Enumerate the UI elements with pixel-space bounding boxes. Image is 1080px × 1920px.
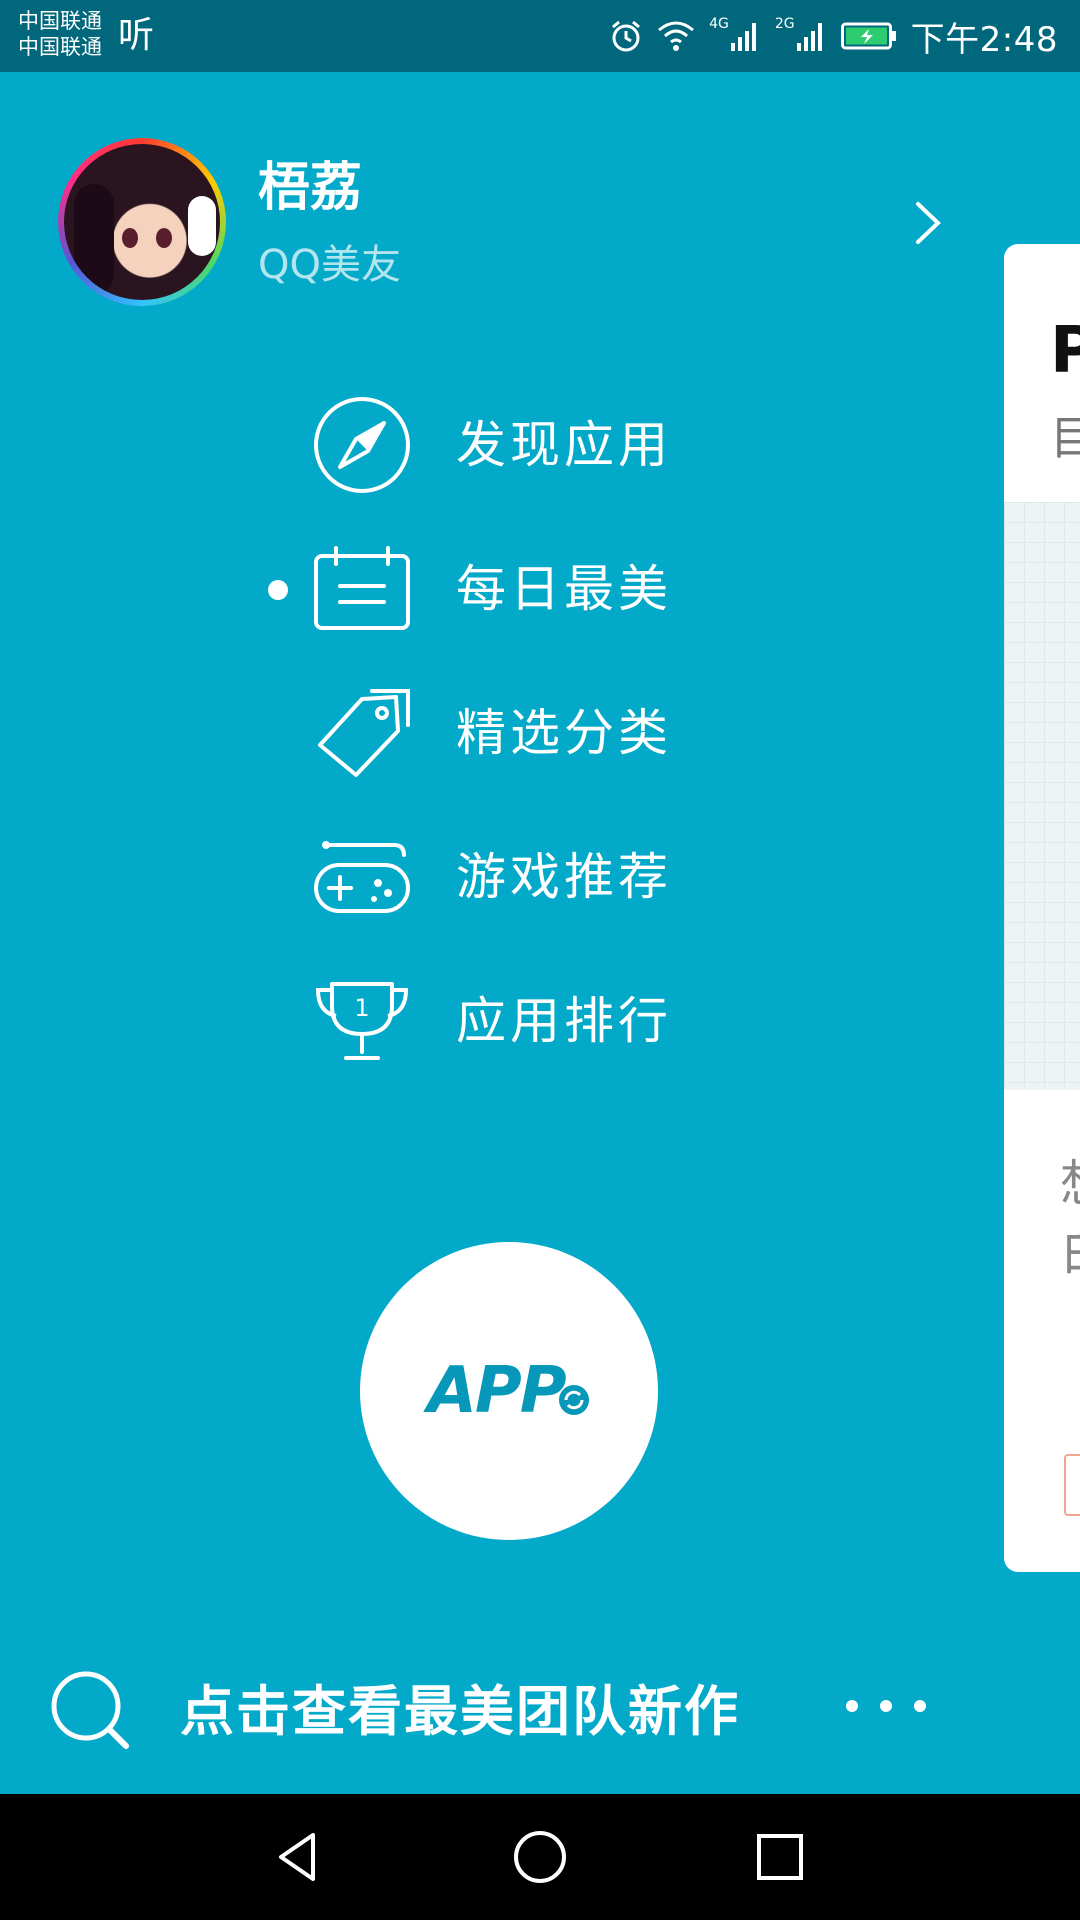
chevron-right-icon[interactable] bbox=[910, 198, 946, 248]
menu-item-label: 精选分类 bbox=[456, 704, 672, 762]
refresh-icon bbox=[558, 1385, 589, 1415]
menu-item-discover-apps[interactable]: 发现应用 bbox=[310, 390, 730, 500]
clock: 下午2:48 bbox=[910, 19, 1058, 60]
menu-item-label: 发现应用 bbox=[456, 416, 672, 474]
card-text-line-1: 想 bbox=[1060, 1144, 1080, 1216]
carrier-1: 中国联通 bbox=[18, 9, 102, 33]
menu-item-label: 游戏推荐 bbox=[456, 848, 672, 906]
menu-item-categories[interactable]: 精选分类 bbox=[310, 678, 730, 788]
team-new-works-link[interactable]: 点击查看最美团队新作 bbox=[180, 1680, 740, 1744]
card-image bbox=[1004, 502, 1080, 1090]
carrier-labels: 中国联通 中国联通 bbox=[18, 8, 102, 60]
navigation-bar bbox=[0, 1794, 1080, 1920]
status-icons: 4G 2G 下午2:48 bbox=[609, 12, 1058, 60]
card-subtitle: 目 bbox=[1050, 411, 1080, 465]
card-title: P bbox=[1050, 314, 1080, 388]
gamepad-icon bbox=[310, 825, 414, 929]
back-icon[interactable] bbox=[262, 1820, 336, 1894]
compass-icon bbox=[310, 393, 414, 497]
menu-item-app-rankings[interactable]: 1 应用排行 bbox=[310, 966, 730, 1076]
trophy-icon: 1 bbox=[310, 969, 414, 1073]
tag-icon bbox=[310, 681, 414, 785]
recents-icon[interactable] bbox=[743, 1820, 817, 1894]
ting-app-indicator: 听 bbox=[118, 15, 155, 56]
alarm-icon bbox=[609, 19, 643, 53]
network-type-1: 4G bbox=[709, 16, 729, 32]
menu-item-label: 应用排行 bbox=[456, 992, 672, 1050]
home-icon[interactable] bbox=[503, 1820, 577, 1894]
avatar-image bbox=[64, 144, 220, 300]
menu-item-game-recommendations[interactable]: 游戏推荐 bbox=[310, 822, 730, 932]
app-logo-text: APP bbox=[427, 1354, 566, 1428]
card-button[interactable] bbox=[1064, 1454, 1080, 1516]
more-icon[interactable] bbox=[846, 1700, 948, 1712]
wifi-icon bbox=[657, 20, 695, 52]
card-text-line-2: 白 bbox=[1060, 1212, 1080, 1284]
battery-charging-icon bbox=[840, 21, 897, 51]
avatar[interactable] bbox=[58, 138, 226, 306]
signal-icon bbox=[796, 21, 827, 51]
user-name[interactable]: 梧荔 bbox=[258, 156, 362, 220]
menu-item-daily-best[interactable]: 每日最美 bbox=[310, 534, 730, 644]
search-icon[interactable] bbox=[48, 1668, 132, 1752]
signal-icon bbox=[730, 21, 761, 51]
active-indicator-dot bbox=[268, 580, 288, 600]
app-logo-button[interactable]: APP bbox=[360, 1242, 658, 1540]
calendar-icon bbox=[310, 537, 414, 641]
status-bar: 中国联通 中国联通 听 4G 2G 下午2:48 bbox=[0, 0, 1080, 72]
svg-text:1: 1 bbox=[354, 994, 369, 1022]
user-subtitle: QQ美友 bbox=[258, 242, 401, 288]
content-card[interactable]: P 目 想 白 bbox=[1004, 244, 1080, 1572]
carrier-2: 中国联通 bbox=[18, 35, 102, 59]
network-type-2: 2G bbox=[774, 16, 795, 32]
menu-item-label: 每日最美 bbox=[456, 560, 672, 618]
